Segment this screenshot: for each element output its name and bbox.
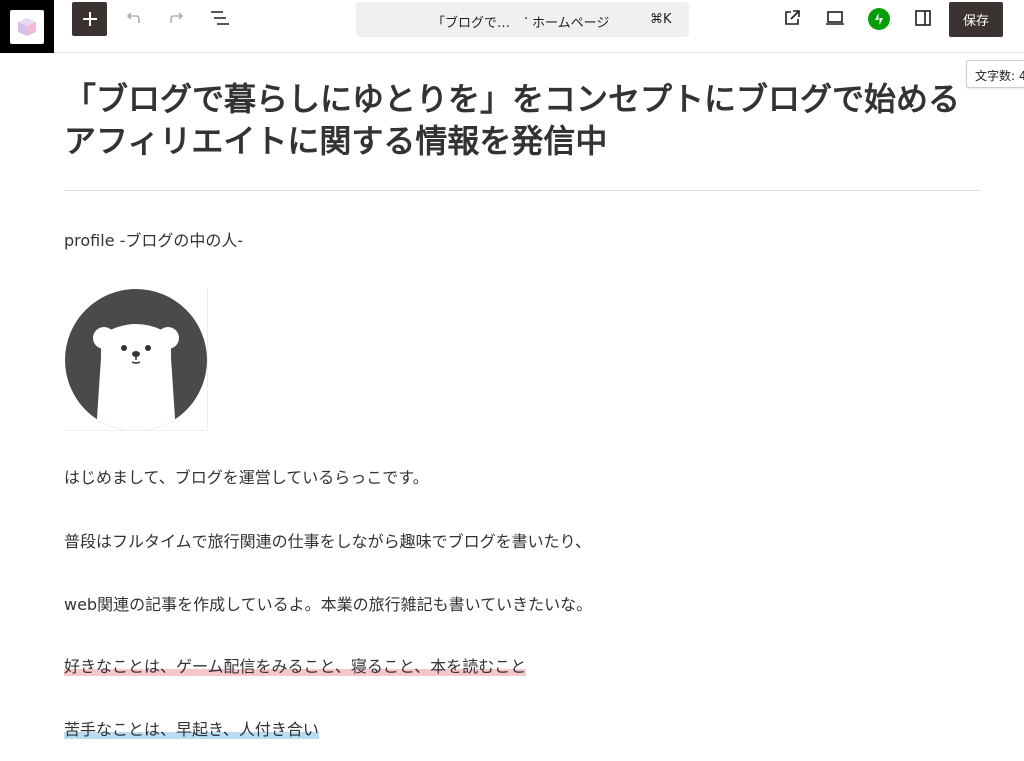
template-type-label: ホームページ (532, 16, 610, 31)
site-logo-button[interactable] (0, 0, 54, 53)
redo-button[interactable] (165, 6, 189, 30)
settings-sidebar-button[interactable] (911, 6, 935, 30)
dislikes-highlight: 苦手なことは、早起き、人付き合い (64, 720, 319, 739)
separator-block[interactable] (64, 190, 980, 191)
save-button[interactable]: 保存 (949, 2, 1003, 37)
title-separator: · (524, 12, 529, 27)
job-paragraph[interactable]: 普段はフルタイムで旅行関連の仕事をしながら趣味でブログを書いたり、 (64, 532, 591, 552)
intro-paragraph[interactable]: はじめまして、ブログを運営しているらっこです。 (64, 468, 429, 488)
jetpack-icon[interactable] (868, 8, 890, 30)
profile-heading[interactable]: profile -ブログの中の人- (64, 231, 243, 251)
redo-icon (170, 12, 184, 23)
command-palette-bar[interactable]: 「ブログで… · ホームページ ⌘K (356, 2, 689, 37)
undo-button[interactable] (121, 6, 145, 30)
command-shortcut-hint: ⌘K (650, 12, 672, 27)
document-overview-button[interactable] (208, 6, 232, 30)
topics-paragraph[interactable]: web関連の記事を作成しているよ。本業の旅行雑記も書いていきたいな。 (64, 595, 592, 615)
likes-highlight: 好きなことは、ゲーム配信をみること、寝ること、本を読むこと (64, 657, 527, 676)
plus-icon (82, 12, 97, 26)
desktop-preview-icon (826, 11, 844, 25)
dislikes-paragraph[interactable]: 苦手なことは、早起き、人付き合い (64, 720, 319, 740)
cube-logo-icon (10, 9, 44, 44)
add-block-button[interactable] (72, 2, 107, 36)
sidebar-toggle-icon (915, 10, 931, 26)
document-title: 「ブログで… (432, 16, 511, 31)
view-site-button[interactable] (780, 6, 804, 30)
polar-bear-avatar[interactable] (64, 288, 208, 431)
page-title[interactable]: 「ブログで暮らしにゆとりを」をコンセプトにブログで始めるアフィリエイトに関する情… (64, 78, 980, 162)
preview-button[interactable] (823, 6, 847, 30)
likes-paragraph[interactable]: 好きなことは、ゲーム配信をみること、寝ること、本を読むこと (64, 657, 527, 677)
list-view-icon (211, 11, 229, 25)
editor-canvas: 「ブログで暮らしにゆとりを」をコンセプトにブログで始めるアフィリエイトに関する情… (64, 78, 980, 162)
external-link-icon (785, 10, 800, 25)
undo-icon (126, 12, 140, 23)
editor-toolbar: 「ブログで… · ホームページ ⌘K 保存 (0, 0, 1024, 53)
